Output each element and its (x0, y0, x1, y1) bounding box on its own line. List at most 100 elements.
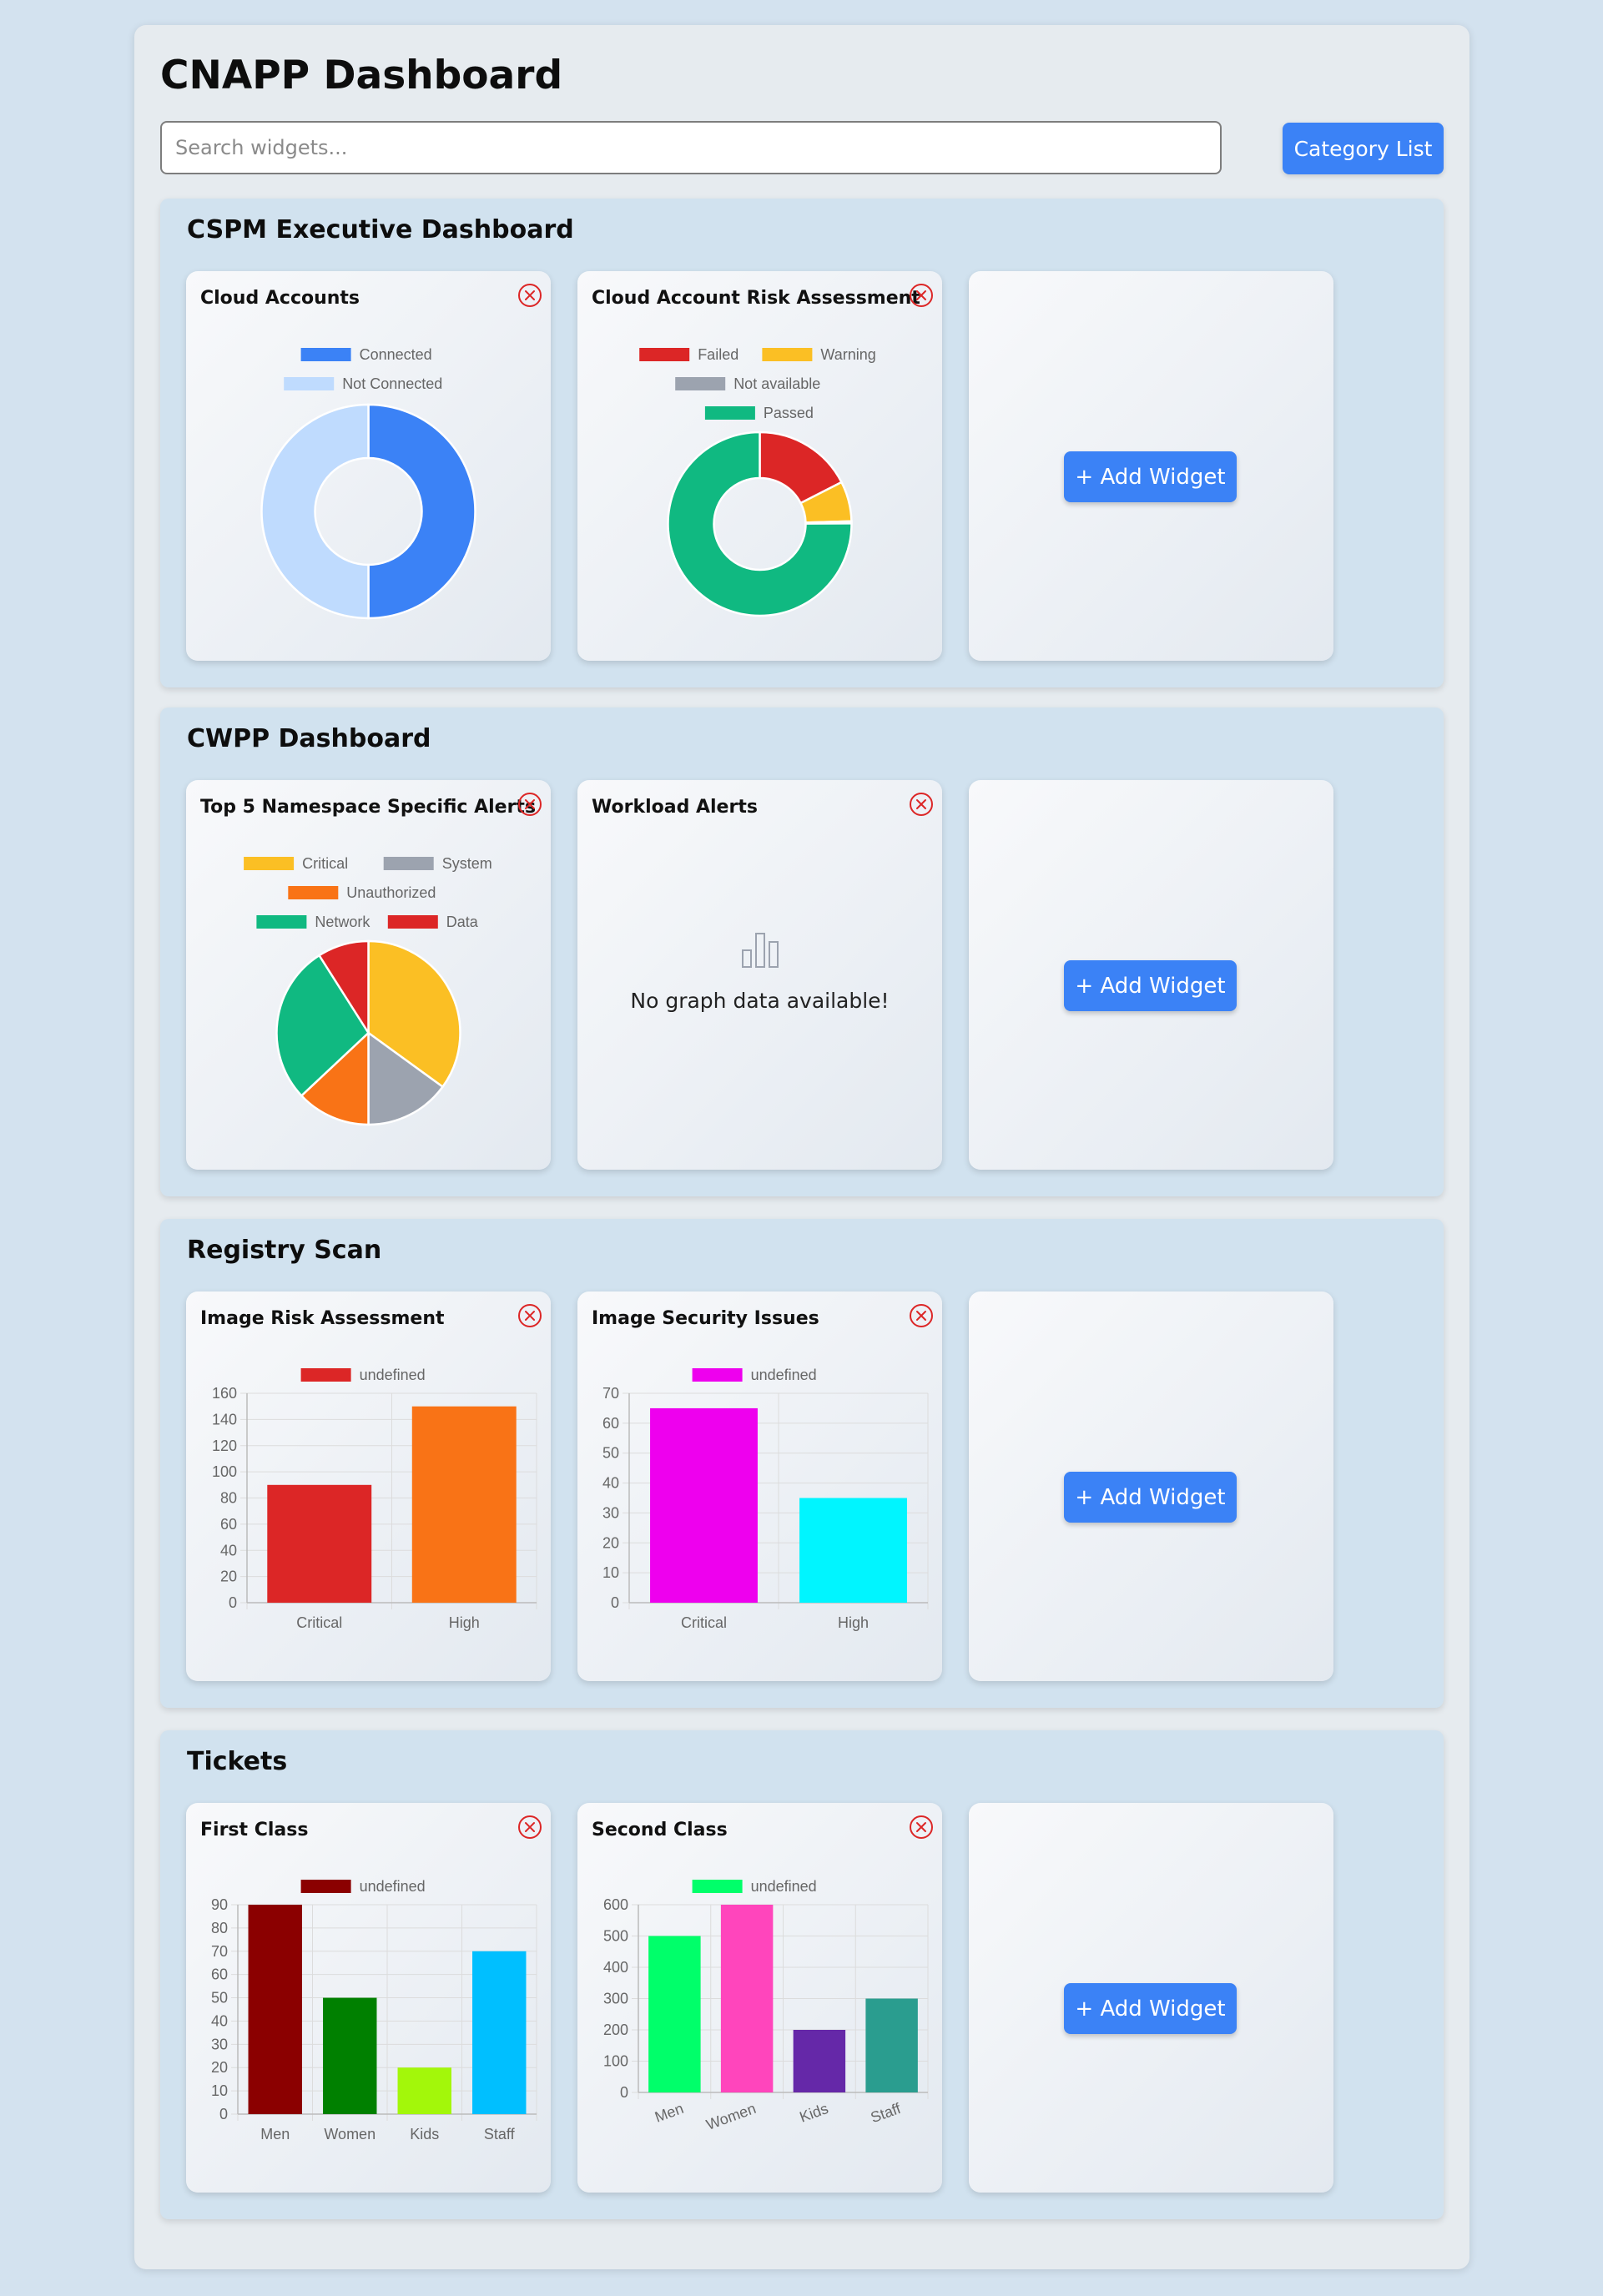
add-widget-card: + Add Widget (969, 1292, 1333, 1681)
x-tick-label: Kids (797, 2100, 830, 2126)
legend-label: Critical (302, 855, 348, 872)
bar-women (323, 1997, 377, 2114)
add-widget-button[interactable]: + Add Widget (1064, 1472, 1237, 1523)
legend-swatch (704, 406, 755, 420)
y-tick-label: 120 (212, 1438, 237, 1454)
widget-workload-alerts: Workload Alerts No graph data available! (577, 780, 942, 1170)
legend-swatch (300, 1880, 351, 1893)
add-widget-button[interactable]: + Add Widget (1064, 960, 1237, 1011)
y-tick-label: 40 (220, 1542, 237, 1558)
y-tick-label: 600 (603, 1896, 628, 1913)
legend-label: Connected (360, 346, 432, 363)
widget-second-class: Second Class undefined 0 100 200 300 400 500 600… (577, 1803, 942, 2193)
bar-staff (865, 1998, 918, 2092)
section-title: Tickets (187, 1747, 288, 1776)
chart: undefined 0 10 20 30 40 50 60 70 80 90 Men Women Kids… (211, 1878, 537, 2142)
legend-swatch (387, 915, 438, 929)
bar-men (248, 1905, 302, 2114)
widget-image-risk-assessment: Image Risk Assessment undefined 0 20 40 60 80 1… (186, 1292, 551, 1681)
section-cspm-executive-dashboard: CSPM Executive Dashboard Cloud Accounts Co… (160, 199, 1444, 687)
add-widget-card: + Add Widget (969, 1803, 1333, 2193)
page-title: CNAPP Dashboard (160, 53, 563, 98)
y-tick-label: 50 (211, 1990, 228, 2006)
chart: undefined 0 100 200 300 400 500 600 Men Women Kids… (603, 1878, 929, 2133)
pie-slice-not-connected (260, 403, 370, 620)
y-tick-label: 0 (229, 1594, 237, 1611)
legend-label: Not available (733, 375, 820, 392)
legend-swatch (692, 1880, 743, 1893)
widget-cloud-accounts: Cloud Accounts Connected Not Connected (186, 271, 551, 661)
y-tick-label: 70 (211, 1943, 228, 1960)
widget-cloud-account-risk-assessment: Cloud Account Risk Assessment Failed Warni… (577, 271, 942, 661)
pie-slice-connected (367, 403, 476, 620)
x-tick-label: Men (260, 2126, 290, 2142)
x-tick-label: Staff (869, 2100, 904, 2127)
add-widget-button[interactable]: + Add Widget (1064, 451, 1237, 502)
legend-swatch (256, 915, 307, 929)
legend-label: Passed (764, 405, 814, 421)
y-tick-label: 80 (220, 1490, 237, 1507)
y-tick-label: 70 (602, 1385, 619, 1402)
section-title: CSPM Executive Dashboard (187, 215, 574, 244)
add-widget-card: + Add Widget (969, 271, 1333, 661)
y-tick-label: 100 (603, 2053, 628, 2070)
y-tick-label: 50 (602, 1445, 619, 1462)
legend-label: undefined (751, 1367, 817, 1383)
y-tick-label: 400 (603, 1959, 628, 1976)
y-tick-label: 140 (212, 1411, 237, 1427)
add-widget-button[interactable]: + Add Widget (1064, 1983, 1237, 2034)
no-data-placeholder: No graph data available! (577, 780, 942, 1170)
legend-label: Not Connected (342, 375, 442, 392)
legend-swatch (675, 377, 726, 390)
legend-label: undefined (360, 1878, 426, 1895)
x-tick-label: Kids (410, 2126, 439, 2142)
section-title: CWPP Dashboard (187, 724, 431, 753)
bar-chart-icon (742, 933, 779, 968)
add-widget-card: + Add Widget (969, 780, 1333, 1170)
x-tick-label: High (449, 1614, 480, 1631)
bar-kids (793, 2030, 846, 2092)
chart: Connected Not Connected (260, 346, 476, 620)
y-tick-label: 10 (211, 2082, 228, 2099)
y-tick-label: 200 (603, 2022, 628, 2038)
legend-label: undefined (751, 1878, 817, 1895)
widget-first-class: First Class undefined 0 10 20 30 40 50 60 70 80 90 M… (186, 1803, 551, 2193)
section-cwpp-dashboard: CWPP Dashboard Top 5 Namespace Specific A… (160, 707, 1444, 1196)
bar-kids (397, 2067, 451, 2114)
x-tick-label: Staff (484, 2126, 516, 2142)
legend-label: System (442, 855, 492, 872)
y-tick-label: 30 (602, 1504, 619, 1521)
y-tick-label: 20 (602, 1534, 619, 1551)
y-tick-label: 0 (620, 2084, 628, 2101)
y-tick-label: 160 (212, 1385, 237, 1402)
category-list-button[interactable]: Category List (1283, 123, 1444, 174)
bar-high (411, 1406, 517, 1603)
y-tick-label: 500 (603, 1928, 628, 1945)
widget-top-5-namespace-specific-alerts: Top 5 Namespace Specific Alerts Critical S… (186, 780, 551, 1170)
dashboard-container: CNAPP Dashboard Category List CSPM Execu… (134, 25, 1469, 2269)
x-tick-label: Critical (296, 1614, 342, 1631)
search-input[interactable] (160, 121, 1222, 174)
widget-image-security-issues: Image Security Issues undefined 0 10 20 30 40 5… (577, 1292, 942, 1681)
chart: Critical System Unauthorized Network Data (244, 855, 492, 1126)
legend-swatch (692, 1368, 743, 1382)
legend-label: Warning (820, 346, 875, 363)
y-tick-label: 40 (602, 1475, 619, 1492)
y-tick-label: 90 (211, 1896, 228, 1913)
legend-label: Unauthorized (346, 884, 436, 901)
y-tick-label: 10 (602, 1564, 619, 1581)
bar-critical (267, 1484, 372, 1603)
legend-label: Data (446, 914, 479, 930)
x-tick-label: Critical (681, 1614, 727, 1631)
chart: Failed WarningNot available Passed (639, 346, 876, 617)
no-data-text: No graph data available! (630, 989, 890, 1013)
legend-swatch (300, 348, 351, 361)
y-tick-label: 100 (212, 1463, 237, 1480)
y-tick-label: 0 (219, 2106, 228, 2122)
y-tick-label: 0 (611, 1594, 619, 1611)
section-tickets: Tickets First Class undefined 0 10 20 30 40 50 60… (160, 1730, 1444, 2219)
section-registry-scan: Registry Scan Image Risk Assessment undefi… (160, 1219, 1444, 1708)
y-tick-label: 20 (211, 2059, 228, 2076)
bar-men (648, 1936, 701, 2092)
legend-swatch (284, 377, 335, 390)
